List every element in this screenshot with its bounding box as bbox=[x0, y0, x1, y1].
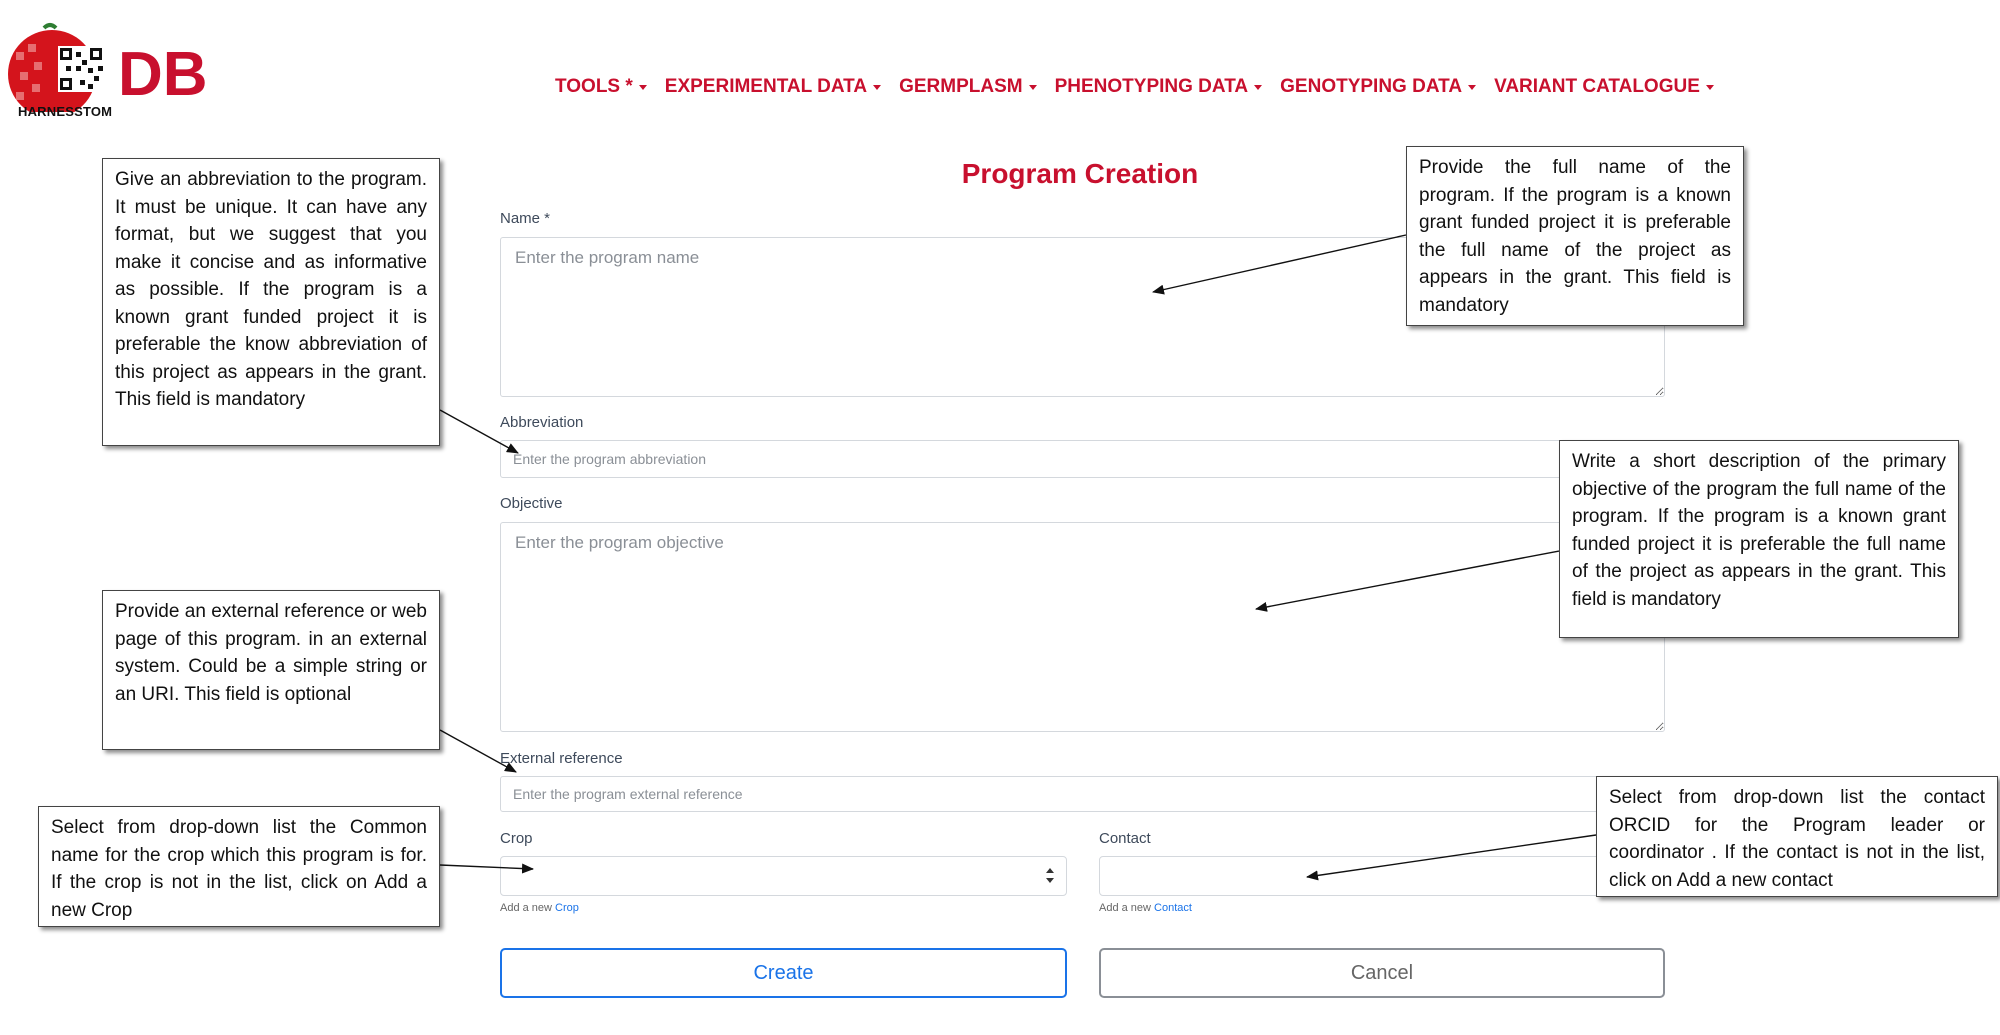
callout-name: Provide the full name of the program. If… bbox=[1406, 146, 1744, 326]
arrow-to-contact bbox=[1306, 834, 1597, 881]
callout-abbreviation: Give an abbreviation to the program. It … bbox=[102, 158, 440, 446]
callout-objective: Write a short description of the primary… bbox=[1559, 440, 1959, 638]
arrow-to-abbreviation bbox=[439, 409, 519, 454]
arrow-to-crop bbox=[439, 863, 534, 874]
callout-contact: Select from drop-down list the contact O… bbox=[1596, 776, 1998, 897]
arrow-to-name bbox=[1152, 234, 1407, 295]
arrow-to-objective bbox=[1255, 550, 1560, 612]
callout-external-reference: Provide an external reference or web pag… bbox=[102, 590, 440, 750]
arrow-to-external-reference bbox=[439, 729, 517, 773]
callout-crop: Select from drop-down list the Common na… bbox=[38, 806, 440, 927]
